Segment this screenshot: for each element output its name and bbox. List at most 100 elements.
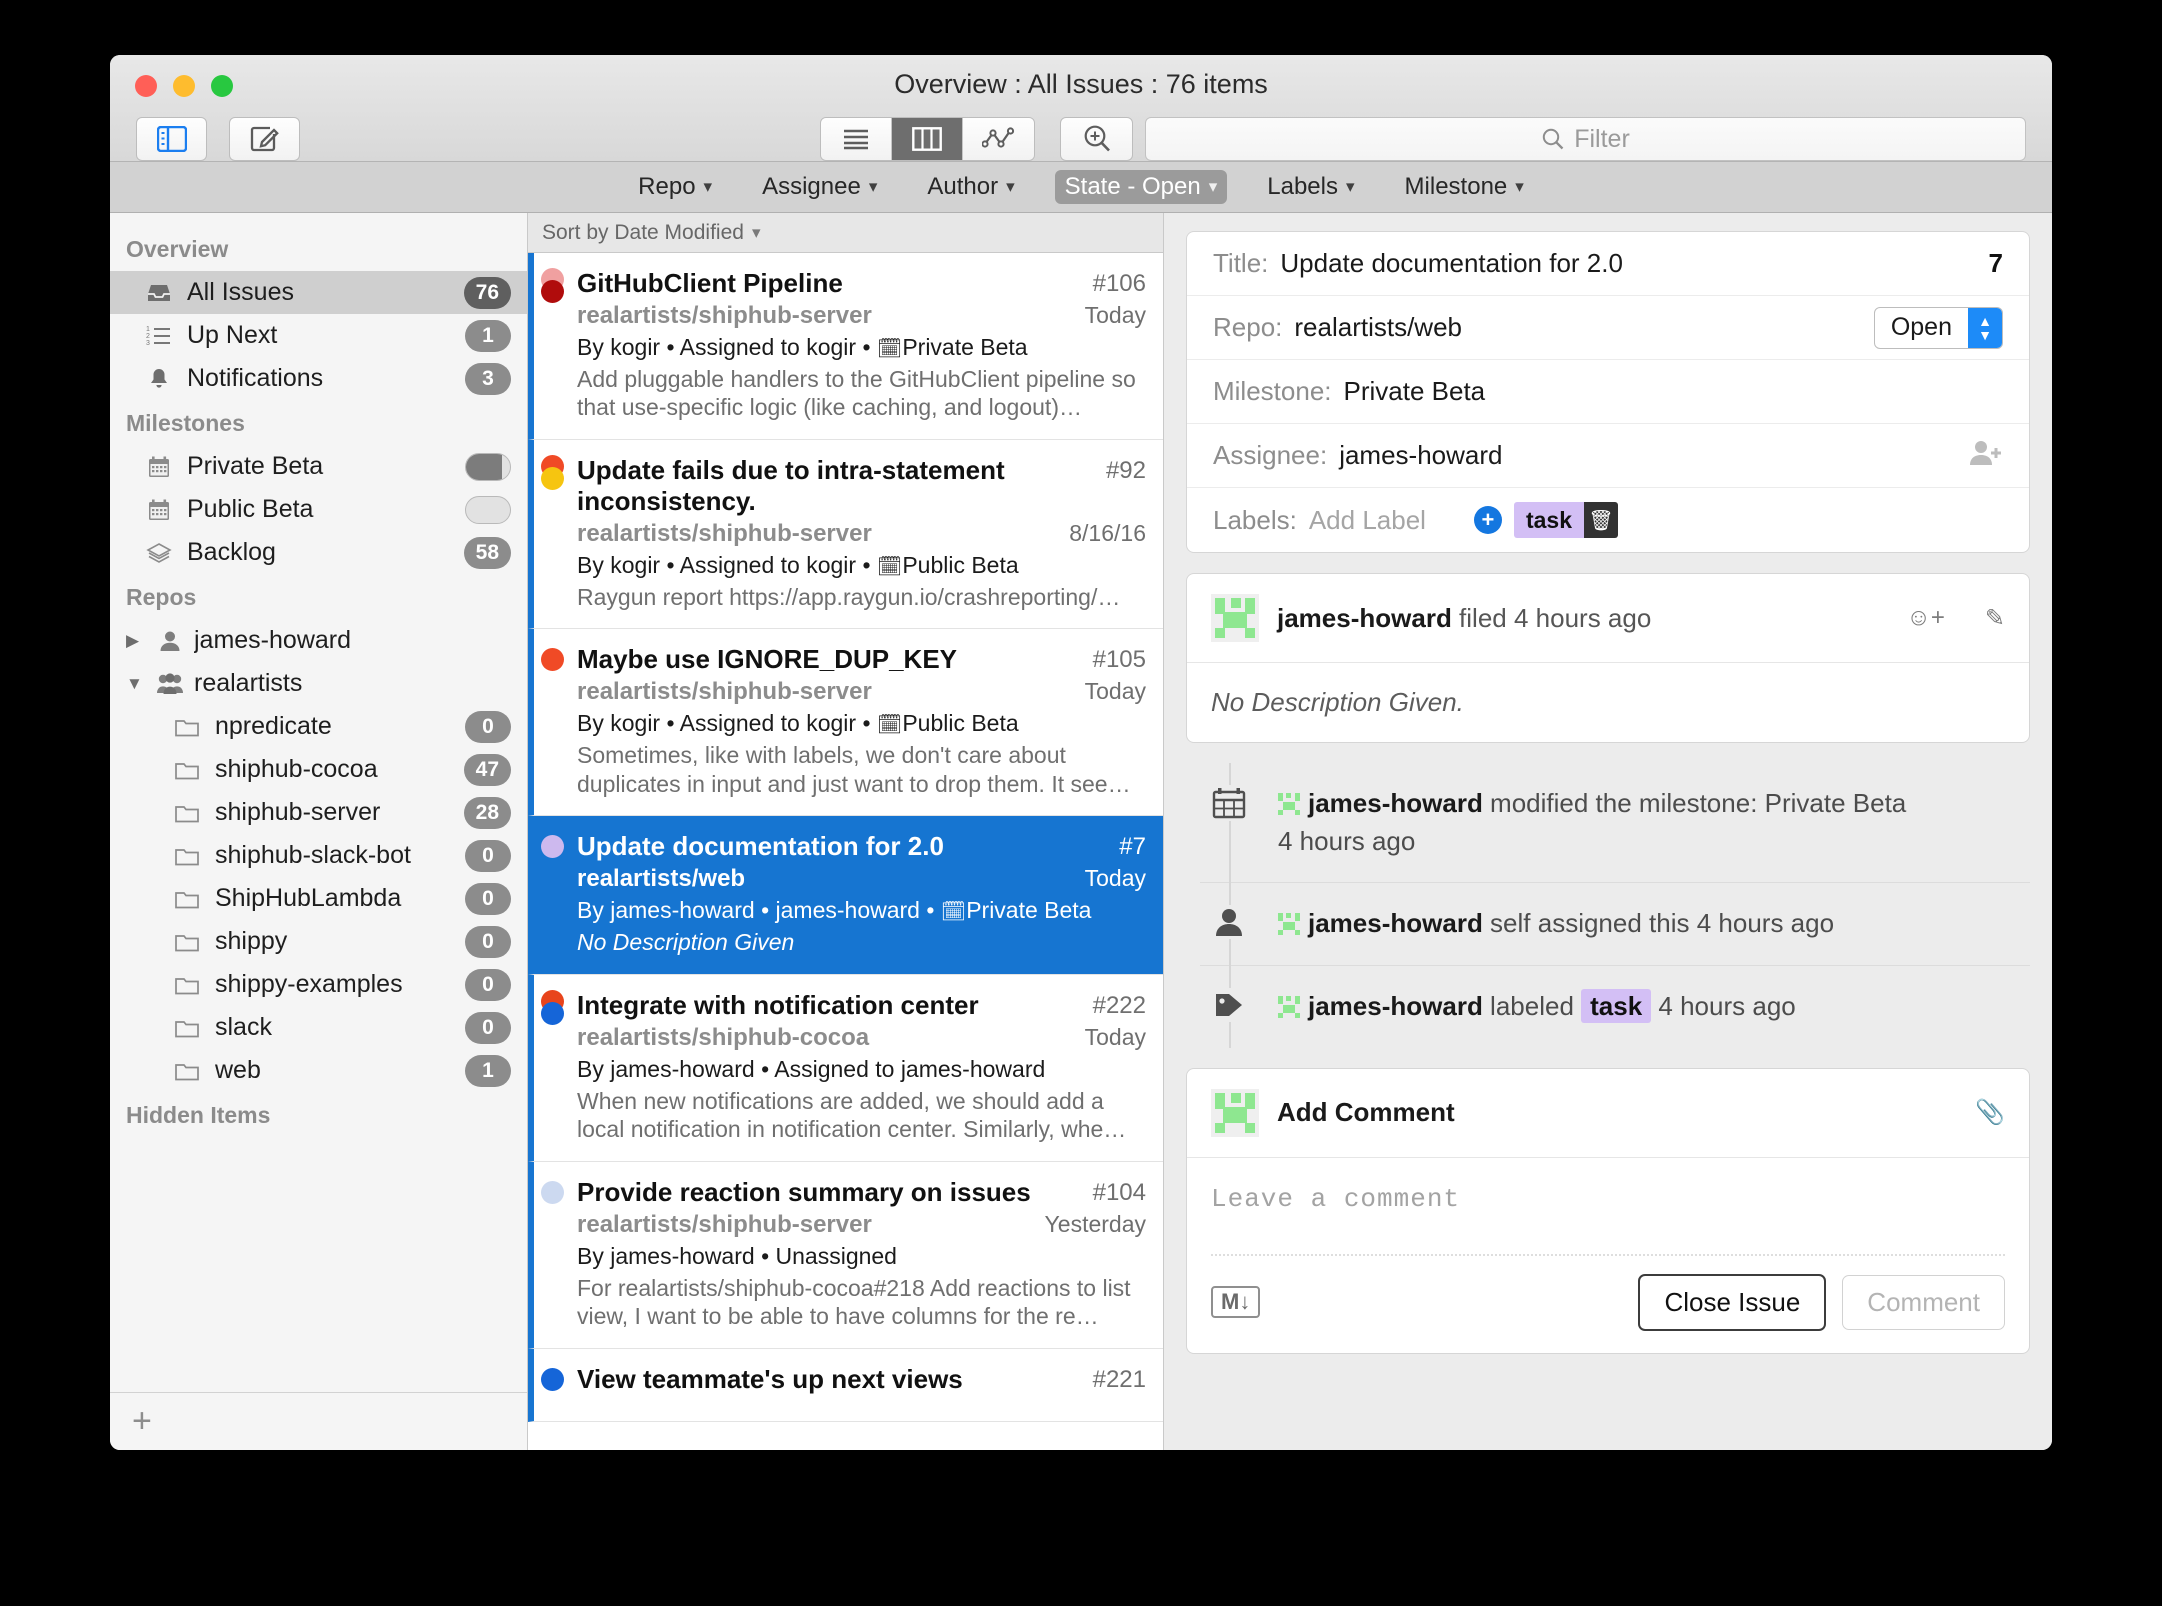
- sidebar-section-hidden-items: Hidden Items: [126, 1102, 271, 1128]
- add-label-button[interactable]: +: [1473, 506, 1502, 534]
- status-dots: [540, 831, 566, 871]
- title-value[interactable]: Update documentation for 2.0: [1280, 248, 1623, 279]
- sidebar-badge: 47: [463, 753, 511, 786]
- sidebar-item-backlog[interactable]: Backlog 58: [110, 531, 527, 574]
- columns-icon: [912, 127, 942, 151]
- calendar-icon: [144, 498, 174, 522]
- sidebar-toggle-button[interactable]: [136, 117, 207, 161]
- filter-assignee[interactable]: Assignee ▾: [752, 170, 887, 204]
- comment-button[interactable]: Comment: [1842, 1274, 2005, 1330]
- repo-value[interactable]: realartists/web: [1294, 312, 1462, 343]
- inbox-icon: [144, 282, 174, 304]
- view-mode-columns[interactable]: [892, 118, 963, 160]
- filter-search-field[interactable]: Filter: [1145, 117, 2026, 161]
- issue-number: #105: [1092, 646, 1146, 674]
- chevron-down-icon: ▾: [703, 177, 713, 196]
- issue-list-item[interactable]: Provide reaction summary on issues #104 …: [528, 1162, 1163, 1350]
- assignee-value[interactable]: james-howard: [1339, 440, 1502, 471]
- issue-list-item[interactable]: Maybe use IGNORE_DUP_KEY #105 realartist…: [528, 629, 1163, 817]
- sidebar-repo-web[interactable]: web 1: [110, 1049, 527, 1092]
- issue-list-item[interactable]: Update fails due to intra-statement inco…: [528, 440, 1163, 630]
- markdown-icon[interactable]: M↓: [1211, 1286, 1261, 1319]
- calendar-icon: [1200, 785, 1258, 821]
- timeline-event-text: james-howard labeled task 4 hours ago: [1278, 988, 1796, 1026]
- filter-state-label: State - Open: [1064, 173, 1201, 200]
- sidebar-item-public-beta[interactable]: Public Beta: [110, 488, 527, 531]
- label-chip-task[interactable]: task 🗑: [1513, 502, 1618, 538]
- sidebar-item-private-beta[interactable]: Private Beta: [110, 445, 527, 488]
- view-mode-list[interactable]: [821, 118, 892, 160]
- sidebar-label: shiphub-cocoa: [215, 755, 378, 783]
- comment-action: filed 4 hours ago: [1451, 602, 1652, 633]
- sidebar-repo-shiphub-server[interactable]: shiphub-server 28: [110, 791, 527, 834]
- issue-list-item-selected[interactable]: Update documentation for 2.0 #7 realarti…: [528, 816, 1163, 975]
- chevron-down-icon: ▾: [1006, 177, 1015, 196]
- issue-meta: By kogir • Assigned to kogir • 🗓Public B…: [577, 551, 1019, 578]
- sidebar-badge: 1: [465, 1054, 511, 1087]
- filter-labels[interactable]: Labels ▾: [1257, 170, 1364, 204]
- sidebar-item-notifications[interactable]: Notifications 3: [110, 357, 527, 400]
- view-mode-segmented-control[interactable]: [820, 117, 1035, 161]
- state-select[interactable]: Open ▲ ▼: [1873, 306, 2003, 349]
- comment-placeholder[interactable]: Leave a comment: [1187, 1158, 2029, 1214]
- issue-date: Today: [1084, 301, 1146, 328]
- sidebar-owner-realartists[interactable]: ▼ realartists: [110, 662, 527, 705]
- issue-list-item[interactable]: GitHubClient Pipeline #106 realartists/s…: [528, 253, 1163, 441]
- add-reaction-icon[interactable]: ☺+: [1906, 604, 1945, 632]
- issue-meta: By james-howard • Unassigned: [577, 1242, 897, 1269]
- timeline-event: james-howard modified the milestone: Pri…: [1200, 763, 2030, 884]
- filter-author[interactable]: Author ▾: [917, 170, 1024, 204]
- issue-title: Integrate with notification center: [577, 989, 979, 1020]
- event-action: labeled: [1482, 991, 1582, 1022]
- sidebar-repo-slack[interactable]: slack 0: [110, 1006, 527, 1049]
- sidebar-repo-shiphub-cocoa[interactable]: shiphub-cocoa 47: [110, 748, 527, 791]
- sidebar-icon: [156, 126, 187, 152]
- edit-icon[interactable]: ✎: [1985, 604, 2005, 633]
- folder-icon: [172, 716, 202, 738]
- issue-list-item[interactable]: Integrate with notification center #222 …: [528, 974, 1163, 1163]
- disclosure-triangle-expanded-icon[interactable]: ▼: [126, 674, 146, 694]
- close-issue-button[interactable]: Close Issue: [1638, 1273, 1827, 1331]
- event-action: self assigned this 4 hours ago: [1482, 908, 1835, 939]
- sidebar-item-up-next[interactable]: 123 Up Next 1: [110, 314, 527, 357]
- issue-list[interactable]: GitHubClient Pipeline #106 realartists/s…: [528, 253, 1163, 1450]
- sidebar-badge: 76: [463, 276, 511, 309]
- issue-title: Maybe use IGNORE_DUP_KEY: [577, 644, 958, 675]
- sidebar-repo-shippy-examples[interactable]: shippy-examples 0: [110, 963, 527, 1006]
- sidebar-repo-npredicate[interactable]: npredicate 0: [110, 705, 527, 748]
- filter-author-label: Author: [927, 173, 999, 200]
- sidebar-owner-james-howard[interactable]: ▶ james-howard: [110, 619, 527, 662]
- filter-state[interactable]: State - Open ▾: [1054, 170, 1228, 204]
- sidebar-repo-shiphub-slack-bot[interactable]: shiphub-slack-bot 0: [110, 834, 527, 877]
- sidebar-repo-shippy[interactable]: shippy 0: [110, 920, 527, 963]
- timeline-event: james-howard labeled task 4 hours ago: [1200, 966, 2030, 1048]
- disclosure-triangle-collapsed-icon[interactable]: ▶: [126, 631, 146, 651]
- filter-milestone[interactable]: Milestone ▾: [1395, 170, 1534, 204]
- zoom-button[interactable]: [1060, 117, 1133, 161]
- add-label-placeholder[interactable]: Add Label: [1309, 505, 1426, 536]
- trash-icon[interactable]: 🗑: [1584, 502, 1618, 538]
- issue-number: #106: [1092, 270, 1146, 297]
- attachment-icon[interactable]: 📎: [1975, 1098, 2005, 1127]
- issue-list-item[interactable]: View teammate's up next views #221: [528, 1349, 1163, 1423]
- sidebar-label: shippy: [215, 927, 288, 955]
- window-title: Overview : All Issues : 76 items: [894, 69, 1268, 99]
- assignee-label: Assignee:: [1213, 440, 1328, 470]
- title-bar: Overview : All Issues : 76 items Filter: [110, 55, 2052, 162]
- sidebar-badge: 28: [463, 796, 511, 829]
- sidebar-badge: 3: [465, 362, 511, 395]
- milestone-value[interactable]: Private Beta: [1344, 376, 1486, 407]
- sort-control[interactable]: Sort by Date Modified ▾: [528, 213, 1163, 253]
- issue-date: Today: [1084, 1023, 1146, 1050]
- filter-repo[interactable]: Repo ▾: [628, 170, 722, 204]
- view-mode-chart[interactable]: [963, 118, 1034, 160]
- add-assignee-icon[interactable]: [1969, 439, 2003, 472]
- add-comment-header: Add Comment: [1277, 1097, 1455, 1128]
- svg-text:2: 2: [146, 333, 150, 340]
- sidebar-repo-shiphublambda[interactable]: ShipHubLambda 0: [110, 877, 527, 920]
- sidebar-add-button[interactable]: +: [110, 1392, 527, 1450]
- sidebar-label: Backlog: [187, 538, 276, 566]
- new-issue-button[interactable]: [229, 117, 300, 161]
- sidebar-item-all-issues[interactable]: All Issues 76: [110, 271, 527, 314]
- issue-repo: realartists/web: [577, 865, 746, 893]
